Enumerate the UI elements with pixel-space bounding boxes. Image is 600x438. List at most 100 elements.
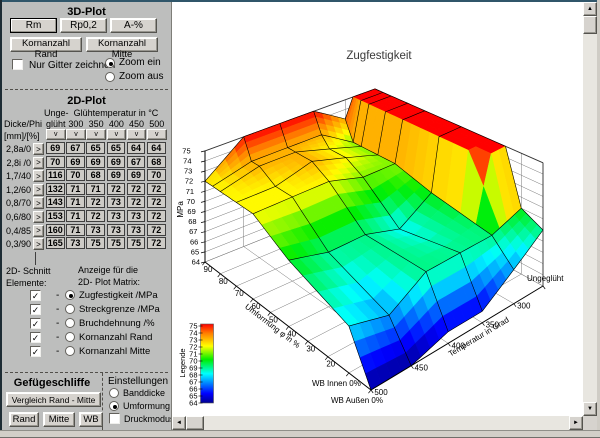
svg-text:300: 300 xyxy=(517,302,531,311)
element-checkbox-3[interactable]: ✓ xyxy=(30,332,41,343)
row-label: 1,7/40 xyxy=(3,171,31,182)
zoom-radio-1[interactable] xyxy=(105,72,115,82)
element-checkbox-1[interactable]: ✓ xyxy=(30,304,41,315)
matrix-value-cell: 72 xyxy=(86,196,105,208)
wb-button[interactable]: WB xyxy=(79,412,103,427)
scroll-right-button[interactable]: ► xyxy=(569,416,583,430)
row-expand-button[interactable]: > xyxy=(33,211,44,223)
row-expand-button[interactable]: > xyxy=(33,170,44,182)
row-expand-button[interactable]: > xyxy=(33,157,44,169)
column-dropdown-button[interactable]: v xyxy=(147,129,167,140)
row-label: 2,8a/0 xyxy=(3,144,31,155)
horizontal-scroll-thumb[interactable] xyxy=(186,416,204,430)
druckmodus-checkbox[interactable] xyxy=(109,413,120,424)
matrix-value-cell: 72 xyxy=(127,183,146,195)
horizontal-scrollbar[interactable]: ◄ ► xyxy=(172,416,583,430)
matrix-value-cell: 64 xyxy=(147,142,166,154)
table-connector-line xyxy=(35,252,36,265)
zoom-radio-label-1: Zoom aus xyxy=(119,71,163,82)
column-dropdown-button[interactable]: v xyxy=(127,129,147,140)
matrix-label-line1: Anzeige für die xyxy=(78,265,138,276)
matrix-value-cell: 73 xyxy=(127,210,146,222)
svg-text:90: 90 xyxy=(204,265,213,274)
column-dropdown-button[interactable]: v xyxy=(46,129,66,140)
vertical-scrollbar[interactable]: ▲ ▼ xyxy=(583,2,597,416)
row-expand-button[interactable]: > xyxy=(33,197,44,209)
matrix-radio-4[interactable] xyxy=(65,346,75,356)
matrix-value-cell: 73 xyxy=(107,224,126,236)
element-checkbox-0[interactable]: ✓ xyxy=(30,290,41,301)
rm-button[interactable]: Rm xyxy=(10,18,57,33)
matrix-value-cell: 73 xyxy=(86,224,105,236)
matrix-value-cell: 72 xyxy=(147,196,166,208)
matrix-radio-2[interactable] xyxy=(65,318,75,328)
matrix-radio-3[interactable] xyxy=(65,332,75,342)
svg-text:72: 72 xyxy=(185,177,193,186)
column-dropdown-button[interactable]: v xyxy=(66,129,86,140)
mitte-button[interactable]: Mitte xyxy=(43,412,75,427)
row-expand-button[interactable]: > xyxy=(33,184,44,196)
matrix-value-cell: 71 xyxy=(66,196,85,208)
row-expand-button[interactable]: > xyxy=(33,225,44,237)
zoom-radio-label-0: Zoom ein xyxy=(119,57,161,68)
scroll-up-button[interactable]: ▲ xyxy=(583,2,597,16)
vertical-scroll-thumb[interactable] xyxy=(583,16,597,34)
plot-area: 646566676869707172737475MPa9080706050403… xyxy=(171,2,597,430)
einstellungen-section-title: Einstellungen xyxy=(108,376,168,387)
svg-text:70: 70 xyxy=(235,289,244,298)
scroll-down-button[interactable]: ▼ xyxy=(583,402,597,416)
svg-text:WB Außen 0%: WB Außen 0% xyxy=(331,396,383,405)
matrix-option-label: Kornanzahl Rand xyxy=(79,332,152,343)
plot-title: Zugfestigkeit xyxy=(346,50,412,62)
einstellung-radio-label: Banddicke xyxy=(123,388,165,399)
kornanzahl-mitte-button[interactable]: Kornanzahl Mitte xyxy=(86,37,158,52)
matrix-value-cell: 70 xyxy=(147,169,166,181)
a-percent-button[interactable]: A-% xyxy=(110,18,157,33)
matrix-option-label: Streckgrenze /MPa xyxy=(79,304,160,315)
matrix-value-cell: 73 xyxy=(127,224,146,236)
svg-text:73: 73 xyxy=(184,167,192,176)
einstellung-radio-1[interactable] xyxy=(109,401,119,411)
einstellung-radio-0[interactable] xyxy=(109,388,119,398)
svg-text:WB Innen 0%: WB Innen 0% xyxy=(312,379,361,388)
scroll-left-button[interactable]: ◄ xyxy=(172,416,186,430)
schnitt-label-line2: Elemente: xyxy=(6,278,47,289)
row-expand-button[interactable]: > xyxy=(33,143,44,155)
schnitt-label-line1: 2D- Schnitt xyxy=(6,266,51,277)
matrix-value-cell: 75 xyxy=(86,237,105,249)
row-label: 2,8i /0 xyxy=(3,158,31,169)
row-expand-button[interactable]: > xyxy=(33,238,44,250)
matrix-value-cell: 73 xyxy=(66,237,85,249)
element-checkbox-4[interactable]: ✓ xyxy=(30,346,41,357)
control-panel: 3D-Plot Rm Rp0,2 A-% Kornanzahl Rand Kor… xyxy=(2,2,171,430)
dash-label: - xyxy=(56,346,59,357)
matrix-option-label: Bruchdehnung /% xyxy=(79,318,155,329)
vergleich-rand-mitte-button[interactable]: Vergleich Rand - Mitte xyxy=(6,392,101,407)
column-dropdown-button[interactable]: v xyxy=(86,129,106,140)
matrix-value-cell: 72 xyxy=(86,210,105,222)
zoom-radio-0[interactable] xyxy=(105,58,115,68)
matrix-value-cell: 71 xyxy=(66,210,85,222)
column-dropdown-button[interactable]: v xyxy=(107,129,127,140)
rp02-button[interactable]: Rp0,2 xyxy=(60,18,107,33)
matrix-value-cell: 68 xyxy=(86,169,105,181)
rand-button[interactable]: Rand xyxy=(9,412,39,427)
matrix-value-cell: 71 xyxy=(66,224,85,236)
matrix-value-cell: 68 xyxy=(147,156,166,168)
matrix-value-cell: 75 xyxy=(127,237,146,249)
row-header-dicke-phi: Dicke/Phi xyxy=(4,119,42,130)
matrix-value-cell: 67 xyxy=(66,142,85,154)
legend: 757473727170696867666564Legende xyxy=(178,322,214,408)
matrix-label-line2: 2D- Plot Matrix: xyxy=(78,277,140,288)
svg-text:Ungeglüht: Ungeglüht xyxy=(527,274,564,283)
matrix-value-cell: 116 xyxy=(46,169,65,181)
matrix-value-cell: 69 xyxy=(46,142,65,154)
gefuegeschliffe-section-title: Gefügeschliffe xyxy=(2,377,102,389)
matrix-radio-0[interactable] xyxy=(65,290,75,300)
matrix-radio-1[interactable] xyxy=(65,304,75,314)
surface-facets xyxy=(205,89,543,390)
element-checkbox-2[interactable]: ✓ xyxy=(30,318,41,329)
kornanzahl-rand-button[interactable]: Kornanzahl Rand xyxy=(10,37,82,52)
matrix-value-cell: 72 xyxy=(147,224,166,236)
nur-gitter-checkbox[interactable] xyxy=(12,59,23,70)
